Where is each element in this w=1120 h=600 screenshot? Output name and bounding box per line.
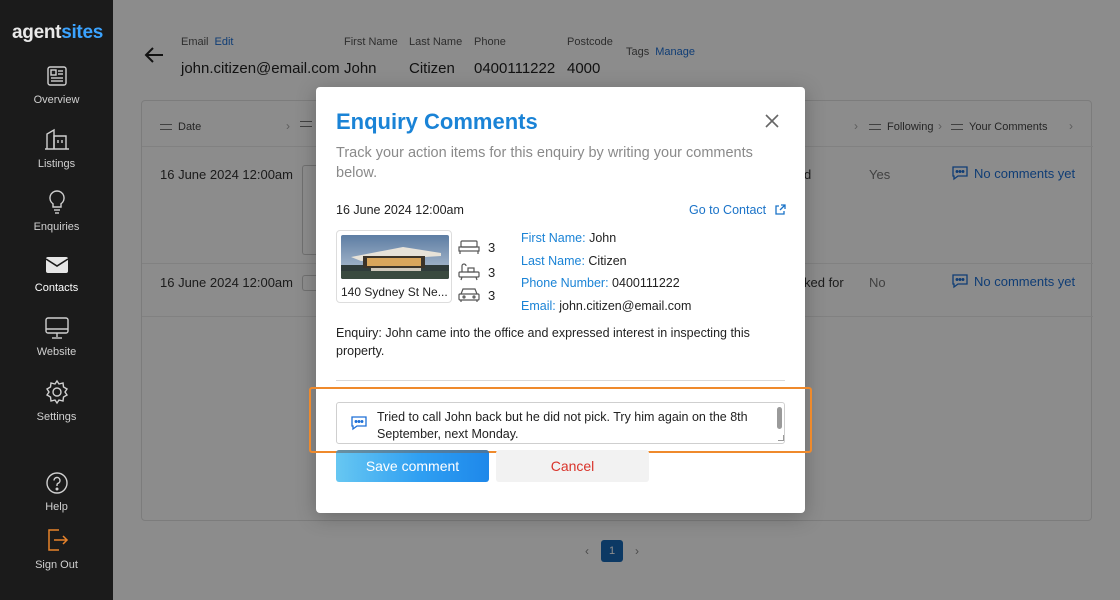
close-icon[interactable]: [764, 113, 780, 129]
enquiry-comments-modal: Enquiry Comments Track your action items…: [309, 87, 812, 513]
sidebar-item-label: Website: [36, 346, 77, 358]
app-logo[interactable]: agentsites: [12, 22, 103, 44]
divider: [336, 380, 785, 381]
sidebar-item-label: Settings: [36, 411, 77, 423]
sidebar-item-label: Enquiries: [33, 221, 80, 233]
sidebar-item-contacts[interactable]: Contacts: [0, 254, 113, 294]
newspaper-icon: [46, 66, 67, 86]
modal-title: Enquiry Comments: [336, 109, 538, 134]
sign-out-icon: [47, 529, 68, 551]
sidebar-item-overview[interactable]: Overview: [0, 64, 113, 106]
car-spaces-feature: 3: [458, 287, 495, 303]
bath-icon: [458, 263, 480, 281]
contact-last-name: Last Name: Citizen: [521, 254, 627, 268]
sidebar-item-settings[interactable]: Settings: [0, 379, 113, 423]
bathrooms-feature: 3: [458, 263, 495, 281]
sidebar-item-help[interactable]: Help: [0, 471, 113, 513]
sidebar-item-listings[interactable]: Listings: [0, 126, 113, 170]
go-to-contact-link[interactable]: Go to Contact: [689, 203, 786, 217]
envelope-icon: [45, 257, 68, 273]
bed-icon: [458, 240, 480, 254]
sidebar-item-label: Listings: [37, 158, 76, 170]
sidebar-item-label: Contacts: [34, 282, 79, 294]
external-link-icon: [775, 204, 786, 215]
enquiry-text: Enquiry: John came into the office and e…: [336, 326, 750, 358]
save-comment-button[interactable]: Save comment: [336, 450, 489, 482]
listing-photo: [341, 235, 449, 279]
listing-address: 140 Sydney St Ne...: [341, 285, 448, 299]
cancel-button[interactable]: Cancel: [496, 450, 649, 482]
sidebar-item-label: Overview: [33, 94, 80, 106]
sidebar-item-sign-out[interactable]: Sign Out: [0, 527, 113, 571]
building-icon: [44, 128, 69, 150]
sidebar-item-label: Sign Out: [35, 559, 78, 571]
sidebar-item-enquiries[interactable]: Enquiries: [0, 189, 113, 233]
enquiry-date: 16 June 2024 12:00am: [336, 203, 464, 217]
gear-icon: [45, 379, 68, 405]
bedrooms-feature: 3: [458, 239, 495, 255]
lightbulb-icon: [48, 190, 65, 214]
contact-email: Email: john.citizen@email.com: [521, 299, 692, 313]
contact-first-name: First Name: John: [521, 231, 617, 245]
sidebar-item-label: Help: [45, 501, 68, 513]
monitor-icon: [44, 317, 69, 339]
modal-subtitle: Track your action items for this enquiry…: [336, 145, 753, 181]
listing-card[interactable]: 140 Sydney St Ne...: [336, 230, 452, 303]
sidebar-item-website[interactable]: Website: [0, 316, 113, 358]
question-icon: [45, 472, 68, 494]
contact-phone: Phone Number: 0400111222: [521, 276, 680, 290]
focus-highlight: [309, 387, 812, 453]
sidebar: agentsites Overview Listings Enquiries C…: [0, 0, 113, 600]
car-icon: [458, 288, 480, 302]
